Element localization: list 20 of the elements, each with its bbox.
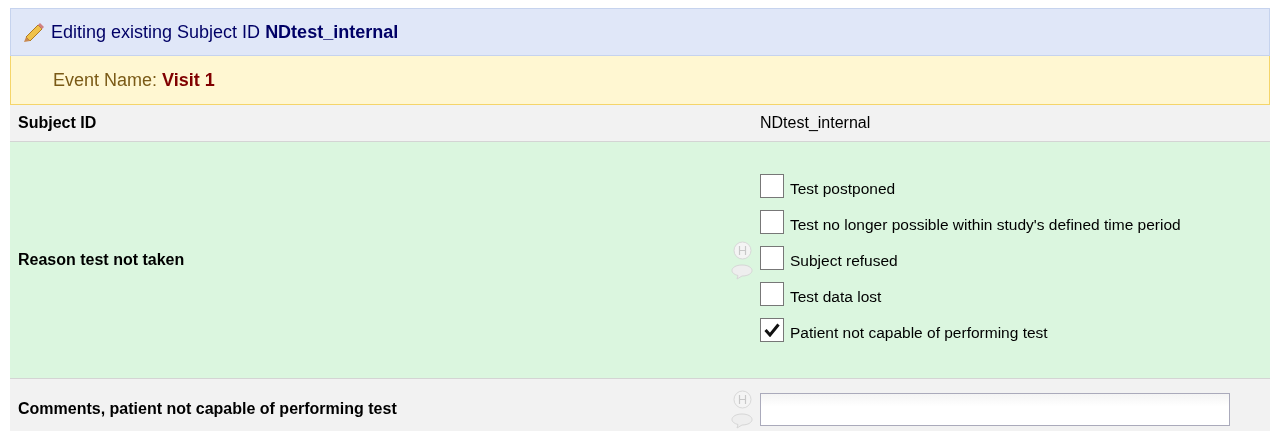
field-label: Subject ID xyxy=(17,114,98,132)
comment-field[interactable] xyxy=(760,392,1230,426)
checkbox[interactable] xyxy=(760,246,784,270)
field-value: NDtest_internal xyxy=(760,114,872,132)
field-label: Reason test not taken xyxy=(17,251,186,269)
pencil-icon xyxy=(23,22,45,42)
checkbox[interactable] xyxy=(760,210,784,234)
option-label: Test no longer possible within study's defined time period xyxy=(790,216,1181,234)
event-label: Event Name: xyxy=(53,69,158,91)
check-icon xyxy=(764,323,780,337)
checkbox[interactable] xyxy=(760,318,784,342)
event-name: Visit 1 xyxy=(162,69,215,91)
option-label: Subject refused xyxy=(790,252,898,270)
option-label: Test postponed xyxy=(790,180,896,198)
option-label: Test data lost xyxy=(790,288,882,306)
field-label: Comments, patient not capable of performing test xyxy=(17,400,398,418)
header-title: Editing existing Subject ID NDtest_internal xyxy=(51,21,399,43)
checkbox[interactable] xyxy=(760,282,784,306)
option-label: Patient not capable of performing test xyxy=(790,324,1048,342)
checkbox[interactable] xyxy=(760,174,784,198)
